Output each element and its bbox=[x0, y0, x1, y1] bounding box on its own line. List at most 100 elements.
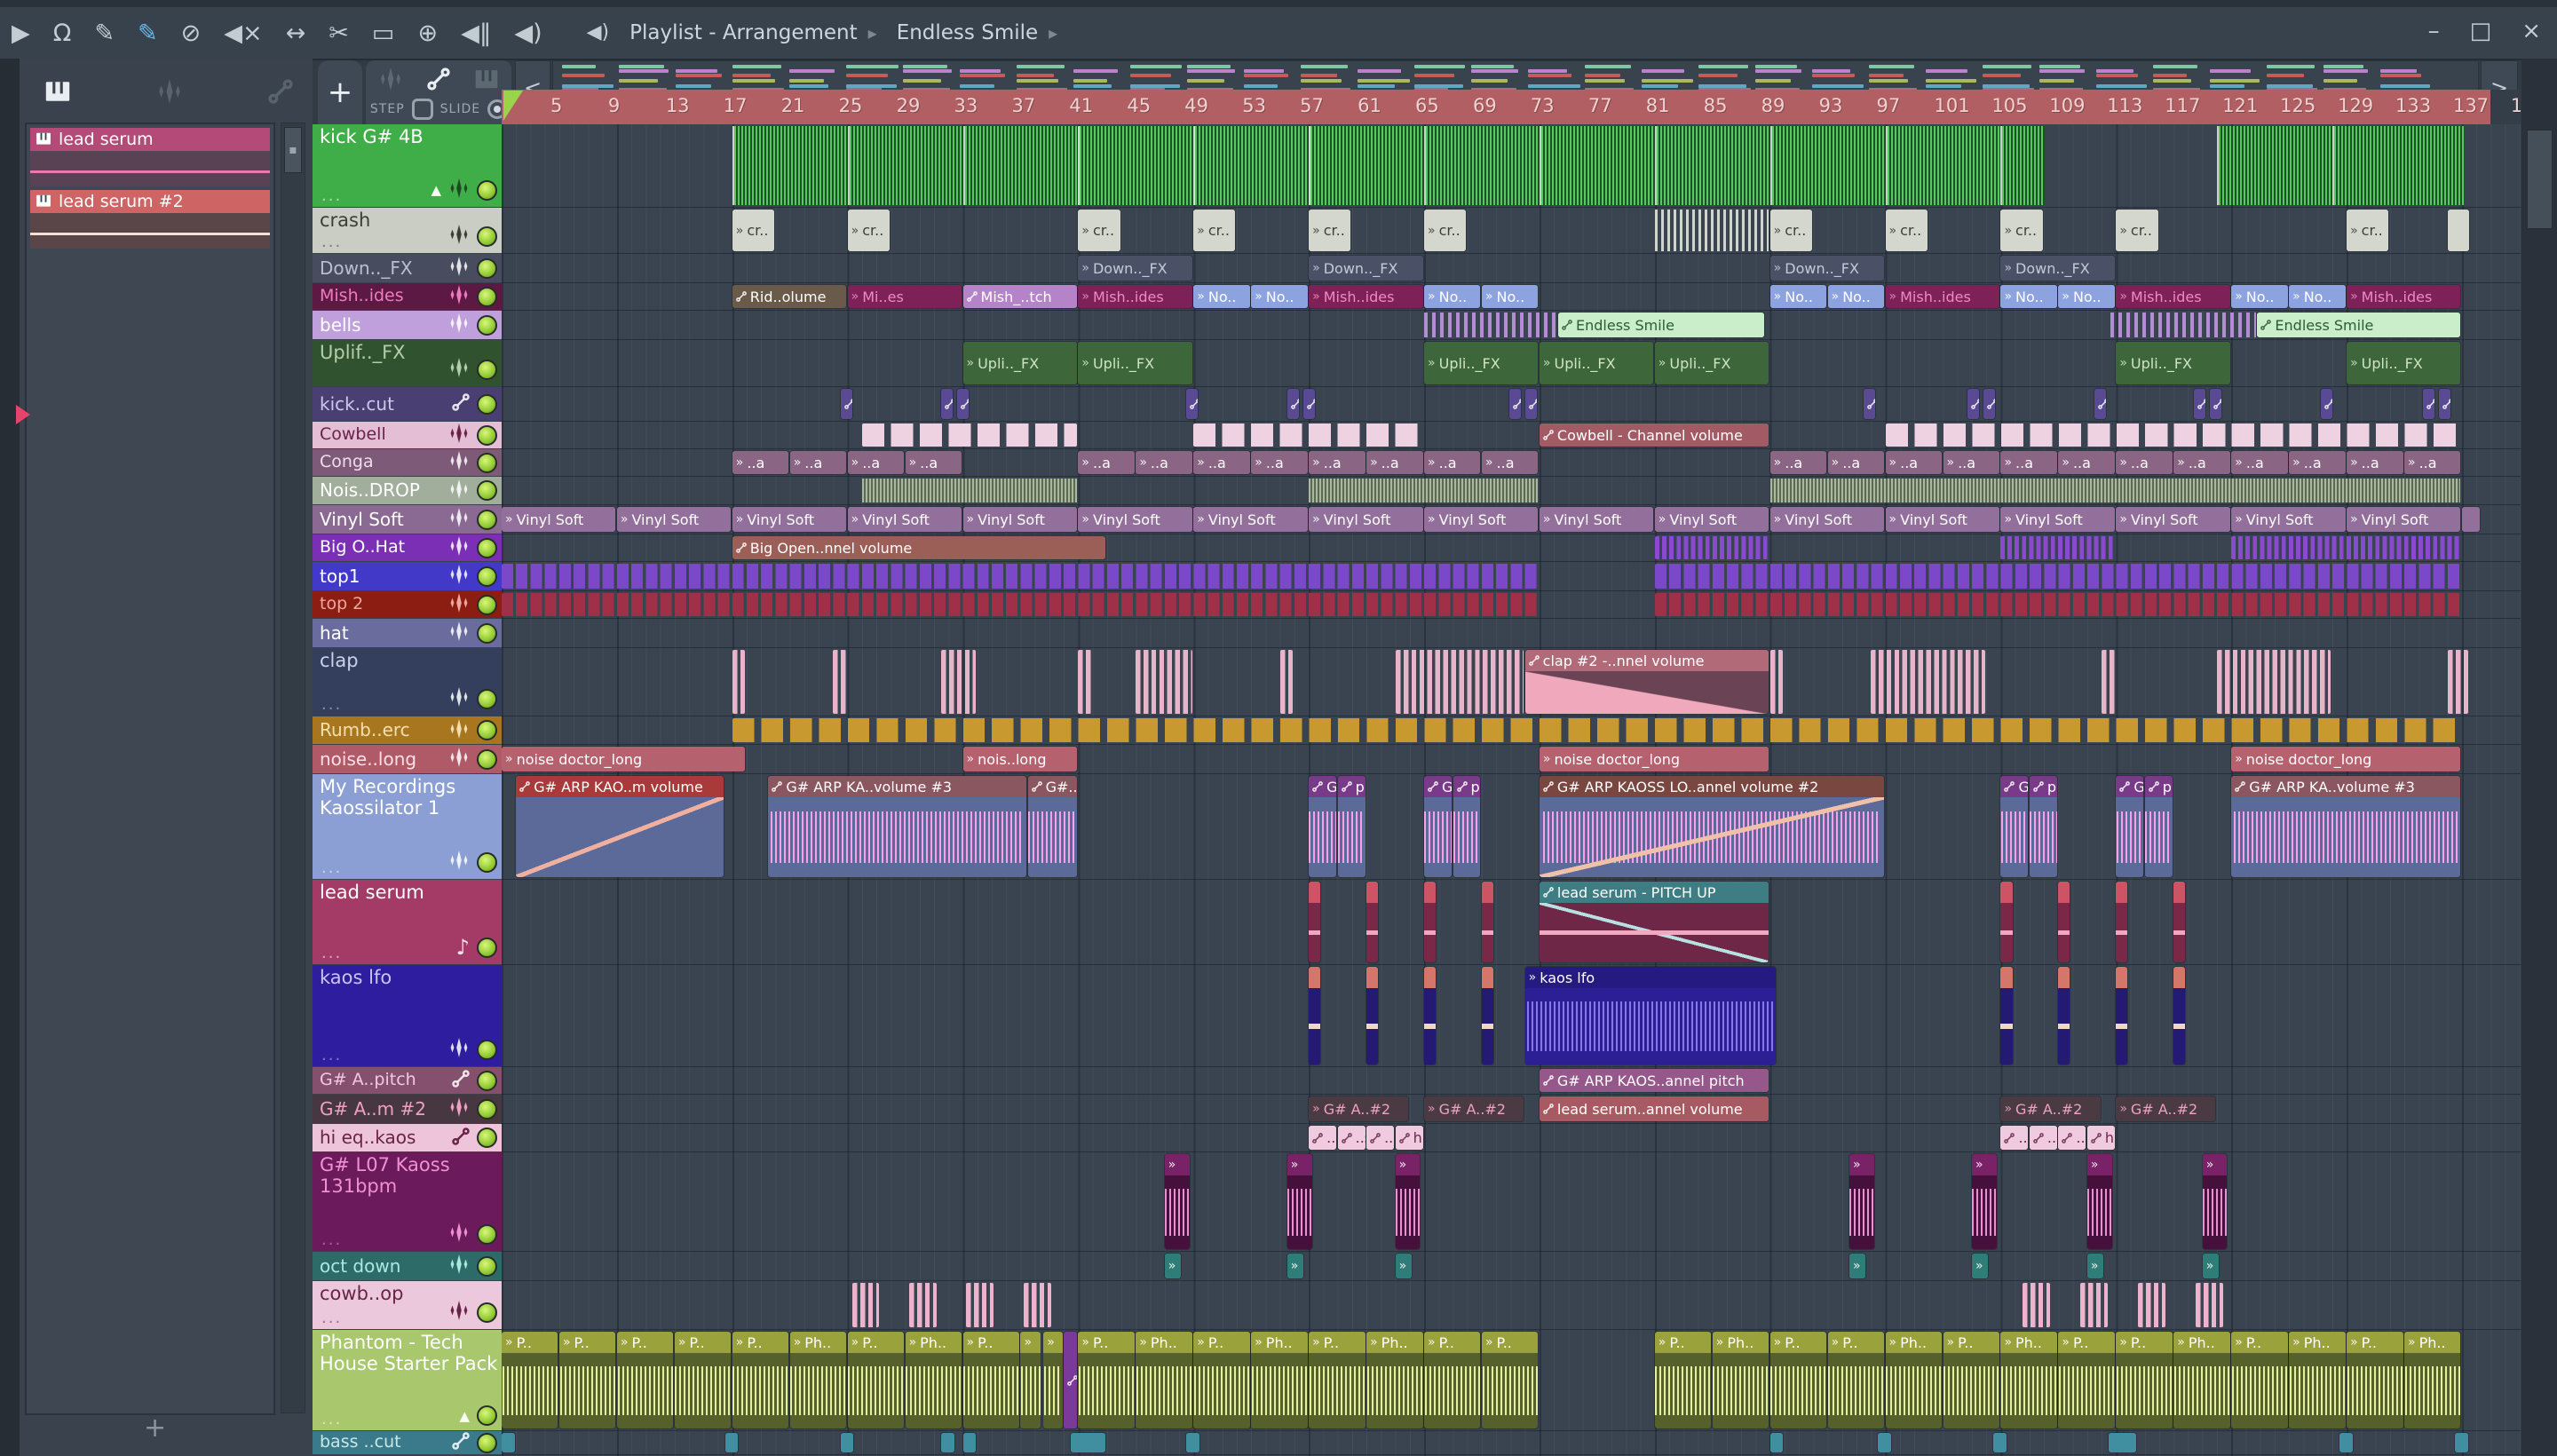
track-header[interactable]: top1 bbox=[313, 562, 502, 590]
audio-clip[interactable]: » ..a bbox=[1309, 451, 1366, 474]
audio-clip[interactable]: » P.. bbox=[674, 1332, 732, 1428]
pattern-clip-group[interactable] bbox=[2216, 650, 2331, 714]
audio-clip[interactable]: » No.. bbox=[2058, 285, 2115, 308]
automation-clip[interactable] bbox=[957, 389, 970, 419]
audio-clip[interactable]: » P.. bbox=[558, 1332, 616, 1428]
track-mute-led[interactable] bbox=[477, 424, 497, 446]
audio-clip[interactable] bbox=[2454, 1433, 2468, 1452]
audio-clip[interactable]: » Ph.. bbox=[789, 1332, 847, 1428]
audio-clip[interactable]: » Vinyl Soft bbox=[502, 507, 616, 532]
audio-clip[interactable]: » P.. bbox=[2116, 1332, 2173, 1428]
track-mute-led[interactable] bbox=[477, 226, 497, 247]
automation-clip[interactable]: G# ARP KA..volume #3 bbox=[768, 776, 1027, 877]
audio-clip[interactable]: » Vinyl Soft bbox=[1309, 507, 1423, 532]
audio-clip[interactable]: » P.. bbox=[847, 1332, 905, 1428]
automation-clip[interactable]: Endless Smile bbox=[2257, 313, 2461, 337]
track-mute-led[interactable] bbox=[477, 480, 497, 501]
pattern-clip-group[interactable] bbox=[847, 126, 963, 205]
audio-clip[interactable]: » bbox=[2202, 1154, 2228, 1249]
audio-clip[interactable]: » Ph.. bbox=[905, 1332, 962, 1428]
automation-clip[interactable]: ..s bbox=[1366, 1126, 1395, 1150]
audio-clip[interactable]: » No.. bbox=[1769, 285, 1827, 308]
track-options-dots[interactable]: ... bbox=[321, 1309, 342, 1327]
track-header[interactable]: Cowbell bbox=[313, 422, 502, 448]
automation-clip[interactable]: G#.. bbox=[1309, 776, 1337, 877]
audio-clip[interactable] bbox=[2173, 882, 2186, 962]
automation-tab[interactable] bbox=[268, 79, 293, 107]
pattern-clip-group[interactable] bbox=[1539, 126, 1656, 205]
track-header[interactable]: Conga bbox=[313, 449, 502, 476]
track-header[interactable]: bells bbox=[313, 311, 502, 339]
play-icon[interactable]: ▶ bbox=[12, 21, 30, 45]
timeline-ruler[interactable]: 5 9 13 17 21 25 29 33 37 41 45 49 53 57 61 65 69 73 77 81 85… bbox=[502, 90, 2521, 125]
preview-speaker-icon[interactable]: ◀) bbox=[514, 21, 542, 45]
track-mute-led[interactable] bbox=[477, 1098, 497, 1120]
audio-clip[interactable]: » P.. bbox=[2347, 1332, 2403, 1428]
track-header[interactable]: cowb..op... bbox=[313, 1281, 502, 1329]
audio-clip[interactable]: » Down.._FX bbox=[1769, 256, 1885, 281]
audio-clip[interactable] bbox=[1309, 967, 1321, 1064]
pattern-clip-group[interactable] bbox=[2137, 1283, 2165, 1327]
audio-clip[interactable]: » ..a bbox=[1943, 451, 1999, 474]
audio-clip[interactable] bbox=[1481, 967, 1494, 1064]
audio-clip[interactable]: » cr.. bbox=[1769, 210, 1812, 251]
pattern-clip-group[interactable] bbox=[2216, 126, 2333, 205]
audio-clip[interactable] bbox=[2447, 210, 2470, 251]
audio-clip[interactable]: » Upli.._FX bbox=[2116, 342, 2230, 384]
pattern-clip-group[interactable] bbox=[2079, 1283, 2108, 1327]
track-mute-led[interactable] bbox=[477, 937, 497, 958]
audio-clip[interactable]: » Vinyl Soft bbox=[1078, 507, 1192, 532]
audio-clip[interactable] bbox=[2339, 1433, 2353, 1452]
audio-clip[interactable]: » Ph.. bbox=[2404, 1332, 2461, 1428]
mute-tool-icon[interactable]: ◀× bbox=[224, 21, 262, 45]
audio-clip[interactable]: » P.. bbox=[1827, 1332, 1885, 1428]
automation-clip[interactable]: ..s bbox=[2029, 1126, 2057, 1150]
track-header[interactable]: Phantom - Tech House Starter Pack ▲... bbox=[313, 1330, 502, 1430]
audio-clip[interactable]: » Upli.._FX bbox=[962, 342, 1077, 384]
automation-clip[interactable] bbox=[1967, 389, 1980, 419]
audio-clip[interactable]: » Vinyl Soft bbox=[1424, 507, 1539, 532]
audio-clip[interactable]: » bbox=[1395, 1254, 1412, 1278]
audio-clip[interactable] bbox=[2461, 507, 2480, 532]
audio-clip[interactable]: » Ph.. bbox=[2000, 1332, 2057, 1428]
select-tool-icon[interactable]: ▭ bbox=[372, 21, 395, 45]
automation-clip[interactable]: ..s bbox=[2000, 1126, 2029, 1150]
audio-clip[interactable]: » bbox=[1164, 1154, 1190, 1249]
audio-clip[interactable] bbox=[502, 1433, 515, 1452]
pattern-clip-group[interactable] bbox=[1078, 650, 1092, 714]
audio-clip[interactable]: » bbox=[1020, 1332, 1041, 1428]
vertical-scrollbar-thumb[interactable] bbox=[2527, 130, 2553, 229]
add-pattern-button[interactable]: + bbox=[144, 1412, 166, 1444]
automation-clip[interactable] bbox=[2438, 389, 2451, 419]
pattern-clip-group[interactable] bbox=[502, 564, 1539, 589]
pattern-clip-group[interactable] bbox=[1885, 126, 2001, 205]
audio-clip[interactable]: » Vinyl Soft bbox=[847, 507, 962, 532]
pattern-clip-group[interactable] bbox=[2447, 126, 2464, 205]
pattern-clip-group[interactable] bbox=[2231, 536, 2461, 559]
automation-clip[interactable] bbox=[2193, 389, 2206, 419]
pattern-clip-group[interactable] bbox=[2110, 313, 2256, 337]
audio-clip[interactable]: » cr.. bbox=[1309, 210, 1351, 251]
automation-clip[interactable] bbox=[2320, 389, 2332, 419]
track-mute-led[interactable] bbox=[477, 1039, 497, 1060]
audio-clip[interactable]: » Ph.. bbox=[1885, 1332, 1942, 1428]
pattern-clip-group[interactable] bbox=[1769, 479, 2461, 502]
audio-clip[interactable]: » cr.. bbox=[1078, 210, 1120, 251]
audio-clip[interactable]: » bbox=[2086, 1254, 2103, 1278]
audio-clip[interactable] bbox=[2116, 882, 2128, 962]
playback-tool-icon[interactable]: ◀‖ bbox=[461, 21, 491, 45]
pattern-clip-group[interactable] bbox=[732, 718, 2461, 742]
picker-scrollbar-thumb[interactable]: ▪ bbox=[284, 127, 302, 173]
audio-clip[interactable] bbox=[1769, 1433, 1784, 1452]
audio-clip[interactable]: » ..a bbox=[2231, 451, 2288, 474]
audio-clip[interactable]: » bbox=[1848, 1154, 1874, 1249]
audio-clip[interactable]: » No.. bbox=[2000, 285, 2057, 308]
automation-clip[interactable]: G# ARP KA..volume #3 bbox=[2231, 776, 2461, 877]
automation-clip[interactable]: G# ARP KAO..m volume bbox=[516, 776, 724, 877]
automation-clip[interactable]: h..2 bbox=[2086, 1126, 2115, 1150]
audio-clip[interactable]: » No.. bbox=[2231, 285, 2288, 308]
automation-clip[interactable]: pm bbox=[2029, 776, 2057, 877]
audio-clip[interactable] bbox=[1309, 882, 1321, 962]
track-header[interactable]: hi eq..kaos bbox=[313, 1124, 502, 1151]
add-arrangement-tab[interactable]: + bbox=[318, 60, 362, 124]
